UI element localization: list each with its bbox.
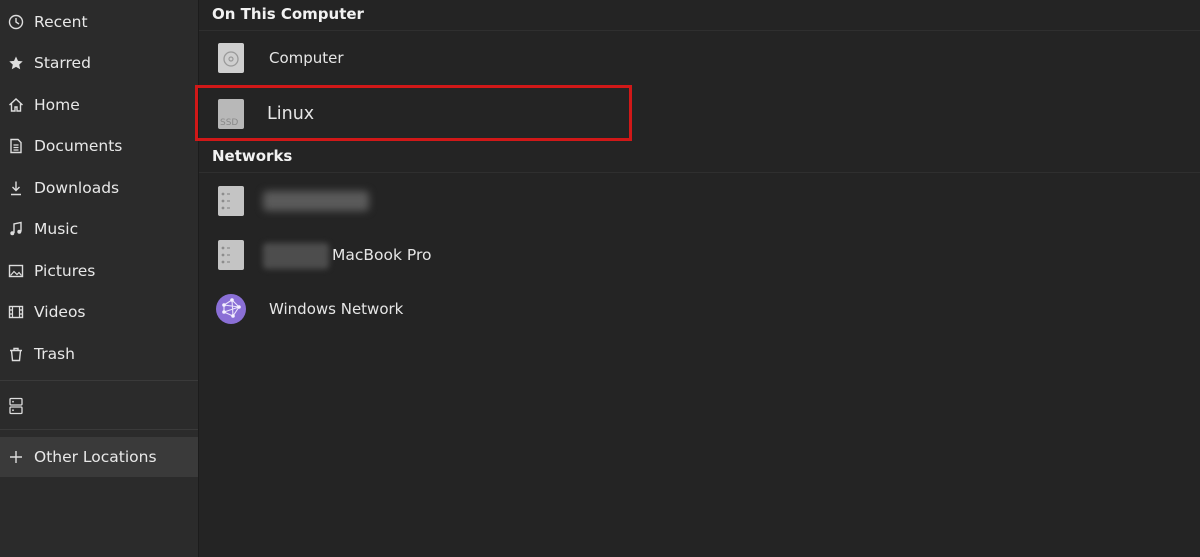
section-divider xyxy=(199,172,1200,173)
section-divider xyxy=(199,30,1200,31)
sidebar-item-trash[interactable]: Trash xyxy=(0,334,198,374)
home-icon xyxy=(7,96,25,114)
sidebar-divider xyxy=(0,429,198,430)
sidebar-item-label: Starred xyxy=(34,54,91,72)
network-globe-icon xyxy=(215,293,247,325)
sidebar-item-pictures[interactable]: Pictures xyxy=(0,251,198,291)
highlight-box xyxy=(195,85,632,141)
network-server-icon xyxy=(217,239,245,271)
network-row-macbook-pro[interactable]: MacBook Pro xyxy=(199,231,1200,279)
sidebar-item-label: Videos xyxy=(34,303,86,321)
network-row-redacted[interactable] xyxy=(199,177,1200,225)
sidebar-item-label: Documents xyxy=(34,137,123,155)
sidebar-item-server[interactable] xyxy=(0,386,198,426)
disk-icon xyxy=(217,42,245,74)
redacted-name xyxy=(263,191,369,211)
sidebar-item-label: Music xyxy=(34,220,79,238)
music-icon xyxy=(7,220,25,238)
video-icon xyxy=(7,303,25,321)
trash-icon xyxy=(7,345,25,363)
sidebar-item-label: Home xyxy=(34,96,80,114)
main-content: On This Computer Computer SSD Linux Netw… xyxy=(199,0,1200,557)
network-row-windows-network[interactable]: Windows Network xyxy=(199,285,1200,333)
sidebar-item-music[interactable]: Music xyxy=(0,209,198,249)
location-label: Windows Network xyxy=(269,300,404,318)
download-icon xyxy=(7,179,25,197)
location-label: Computer xyxy=(269,49,344,67)
section-title-networks: Networks xyxy=(212,147,293,165)
clock-icon xyxy=(7,13,25,31)
sidebar-item-label: Pictures xyxy=(34,262,96,280)
sidebar-divider xyxy=(0,380,198,381)
sidebar-item-starred[interactable]: Starred xyxy=(0,43,198,83)
picture-icon xyxy=(7,262,25,280)
location-label: MacBook Pro xyxy=(332,246,432,264)
sidebar-item-label: Other Locations xyxy=(34,448,157,466)
sidebar-item-label: Downloads xyxy=(34,179,120,197)
location-row-computer[interactable]: Computer xyxy=(199,34,1200,82)
document-icon xyxy=(7,137,25,155)
server-icon xyxy=(7,397,25,415)
sidebar-item-downloads[interactable]: Downloads xyxy=(0,168,198,208)
sidebar-item-other-locations[interactable]: Other Locations xyxy=(0,437,198,477)
sidebar-item-recent[interactable]: Recent xyxy=(0,2,198,42)
sidebar-item-videos[interactable]: Videos xyxy=(0,292,198,332)
redacted-name-prefix xyxy=(263,243,329,269)
star-icon xyxy=(7,54,25,72)
section-title-on-this-computer: On This Computer xyxy=(212,5,364,23)
network-server-icon xyxy=(217,185,245,217)
sidebar-item-label: Recent xyxy=(34,13,88,31)
sidebar: Recent Starred Home Documents Downloads … xyxy=(0,0,199,557)
plus-icon xyxy=(7,448,25,466)
sidebar-item-label: Trash xyxy=(34,345,75,363)
sidebar-item-home[interactable]: Home xyxy=(0,85,198,125)
sidebar-item-documents[interactable]: Documents xyxy=(0,126,198,166)
